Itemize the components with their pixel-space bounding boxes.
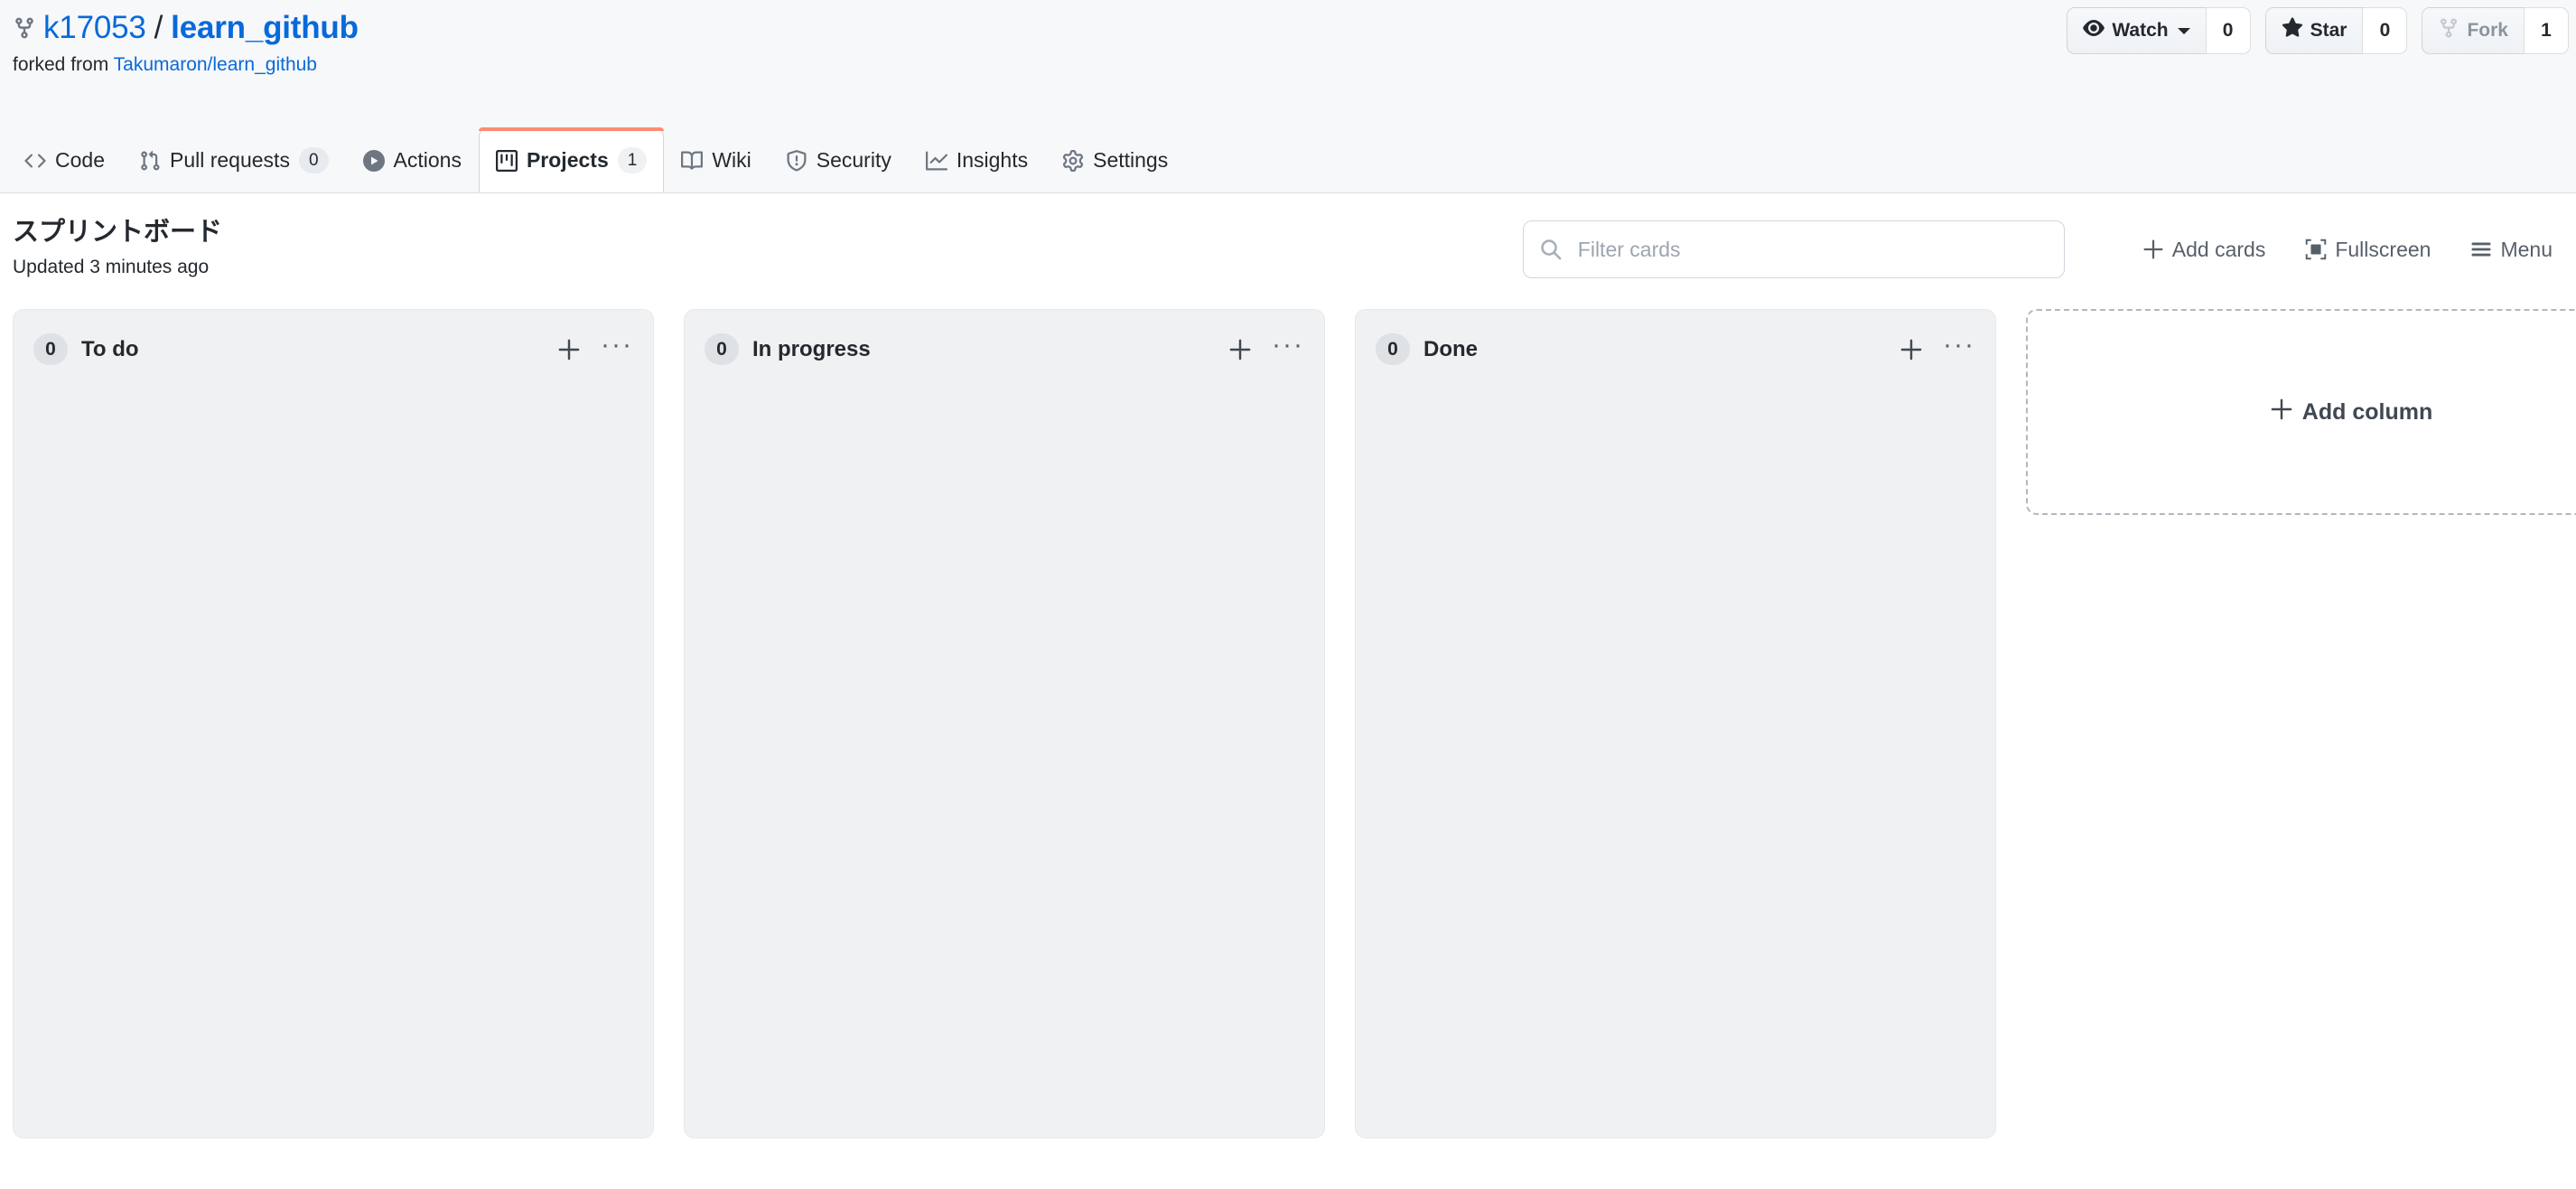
project-tool-bar: Add cards Fullscreen Menu bbox=[1522, 217, 2553, 278]
hamburger-icon bbox=[2470, 239, 2492, 260]
tab-wiki[interactable]: Wiki bbox=[664, 127, 768, 192]
column-header: 0 In progress ··· bbox=[685, 310, 1324, 365]
plus-icon bbox=[2270, 398, 2293, 427]
tab-insights-label: Insights bbox=[956, 148, 1029, 172]
star-button[interactable]: Star bbox=[2264, 7, 2363, 54]
column-header: 0 Done ··· bbox=[1356, 310, 1995, 365]
fork-button: Fork bbox=[2422, 7, 2524, 54]
code-icon bbox=[24, 150, 46, 172]
star-count[interactable]: 0 bbox=[2362, 7, 2408, 54]
column-card-list[interactable] bbox=[685, 365, 1324, 1138]
tab-actions-label: Actions bbox=[393, 148, 462, 172]
tab-insights[interactable]: Insights bbox=[909, 127, 1045, 192]
tab-security[interactable]: Security bbox=[769, 127, 909, 192]
chevron-down-icon bbox=[2177, 27, 2190, 34]
column-card-list[interactable] bbox=[1356, 365, 1995, 1138]
fullscreen-button[interactable]: Fullscreen bbox=[2305, 238, 2431, 262]
column-menu-button[interactable]: ··· bbox=[1272, 332, 1304, 360]
book-icon bbox=[681, 150, 704, 172]
forked-from-label: forked from bbox=[13, 54, 109, 75]
tab-code-label: Code bbox=[55, 148, 105, 172]
watch-button[interactable]: Watch bbox=[2067, 7, 2206, 54]
column-name[interactable]: In progress bbox=[752, 337, 1215, 362]
add-card-button[interactable] bbox=[1899, 338, 1923, 361]
project-toolbar: スプリントボード Updated 3 minutes ago Add cards bbox=[0, 193, 2576, 309]
project-board: 0 To do ··· 0 In progress ··· 0 Done ···… bbox=[0, 309, 2576, 1189]
page-title: k17053 / learn_github bbox=[43, 9, 359, 46]
tab-code[interactable]: Code bbox=[7, 127, 122, 192]
tab-pull-requests[interactable]: Pull requests 0 bbox=[122, 127, 346, 192]
add-card-button[interactable] bbox=[1228, 338, 1252, 361]
tab-projects-label: Projects bbox=[526, 148, 609, 172]
project-icon bbox=[495, 149, 518, 172]
plus-icon bbox=[2142, 239, 2164, 260]
column-card-count: 0 bbox=[1376, 333, 1410, 365]
repo-forked-icon bbox=[2438, 17, 2459, 44]
eye-icon bbox=[2083, 17, 2105, 44]
menu-button[interactable]: Menu bbox=[2470, 238, 2553, 262]
column-card-count: 0 bbox=[33, 333, 68, 365]
play-icon bbox=[362, 149, 385, 172]
tab-actions[interactable]: Actions bbox=[346, 127, 479, 192]
repo-name-link[interactable]: learn_github bbox=[171, 10, 359, 46]
project-updated-timestamp: Updated 3 minutes ago bbox=[13, 256, 210, 277]
repo-title-separator: / bbox=[154, 9, 163, 45]
repo-forked-icon bbox=[13, 16, 36, 40]
column-card-count: 0 bbox=[705, 333, 739, 365]
project-title: スプリントボード bbox=[13, 218, 223, 247]
add-cards-label: Add cards bbox=[2171, 237, 2266, 261]
repo-action-buttons: Watch 0 Star 0 Fork 1 bbox=[2067, 7, 2569, 54]
forked-from-link[interactable]: Takumaron/learn_github bbox=[114, 54, 317, 75]
repo-nav-tabs: Code Pull requests 0 Actions Projects 1 … bbox=[0, 126, 1185, 192]
tab-pull-requests-badge: 0 bbox=[298, 147, 329, 173]
tab-projects-badge: 1 bbox=[617, 147, 648, 173]
star-icon bbox=[2282, 17, 2303, 44]
project-meta: スプリントボード Updated 3 minutes ago bbox=[13, 217, 222, 278]
fullscreen-label: Fullscreen bbox=[2335, 237, 2431, 261]
tab-security-label: Security bbox=[816, 148, 891, 172]
filter-cards-box bbox=[1522, 220, 2065, 278]
column-actions: ··· bbox=[557, 332, 633, 361]
add-cards-button[interactable]: Add cards bbox=[2142, 237, 2266, 262]
fork-count[interactable]: 1 bbox=[2524, 7, 2569, 54]
watch-button-group: Watch 0 bbox=[2067, 7, 2251, 54]
repo-owner-link[interactable]: k17053 bbox=[43, 10, 146, 46]
watch-button-label: Watch bbox=[2112, 20, 2169, 41]
graph-icon bbox=[925, 150, 947, 172]
star-button-label: Star bbox=[2310, 20, 2347, 41]
tab-wiki-label: Wiki bbox=[712, 148, 751, 172]
board-column-in-progress: 0 In progress ··· bbox=[684, 309, 1325, 1138]
column-name[interactable]: Done bbox=[1423, 337, 1886, 362]
add-column-label-wrap: Add column bbox=[2270, 398, 2432, 427]
tab-pull-requests-label: Pull requests bbox=[169, 148, 290, 172]
add-card-button[interactable] bbox=[557, 338, 581, 361]
gear-icon bbox=[1062, 149, 1084, 172]
watch-count[interactable]: 0 bbox=[2205, 7, 2251, 54]
add-column-button[interactable]: Add column bbox=[2026, 309, 2576, 515]
fork-button-label: Fork bbox=[2467, 20, 2508, 41]
add-column-label: Add column bbox=[2301, 398, 2433, 425]
search-input[interactable] bbox=[1522, 220, 2065, 278]
column-menu-button[interactable]: ··· bbox=[601, 332, 633, 360]
tab-projects[interactable]: Projects 1 bbox=[478, 127, 665, 192]
fullscreen-icon bbox=[2305, 239, 2327, 260]
shield-icon bbox=[786, 149, 807, 172]
column-actions: ··· bbox=[1899, 332, 1975, 361]
git-pull-request-icon bbox=[139, 150, 161, 172]
fork-button-group: Fork 1 bbox=[2422, 7, 2569, 54]
board-column-todo: 0 To do ··· bbox=[13, 309, 654, 1138]
column-actions: ··· bbox=[1228, 332, 1304, 361]
menu-label: Menu bbox=[2500, 237, 2553, 261]
column-card-list[interactable] bbox=[14, 365, 653, 1138]
star-button-group: Star 0 bbox=[2264, 7, 2408, 54]
board-column-done: 0 Done ··· bbox=[1355, 309, 1996, 1138]
column-header: 0 To do ··· bbox=[14, 310, 653, 365]
repo-header: k17053 / learn_github forked from Takuma… bbox=[0, 0, 2576, 193]
column-name[interactable]: To do bbox=[81, 337, 544, 362]
tab-settings[interactable]: Settings bbox=[1045, 127, 1185, 192]
column-menu-button[interactable]: ··· bbox=[1943, 332, 1975, 360]
tab-settings-label: Settings bbox=[1093, 148, 1169, 172]
